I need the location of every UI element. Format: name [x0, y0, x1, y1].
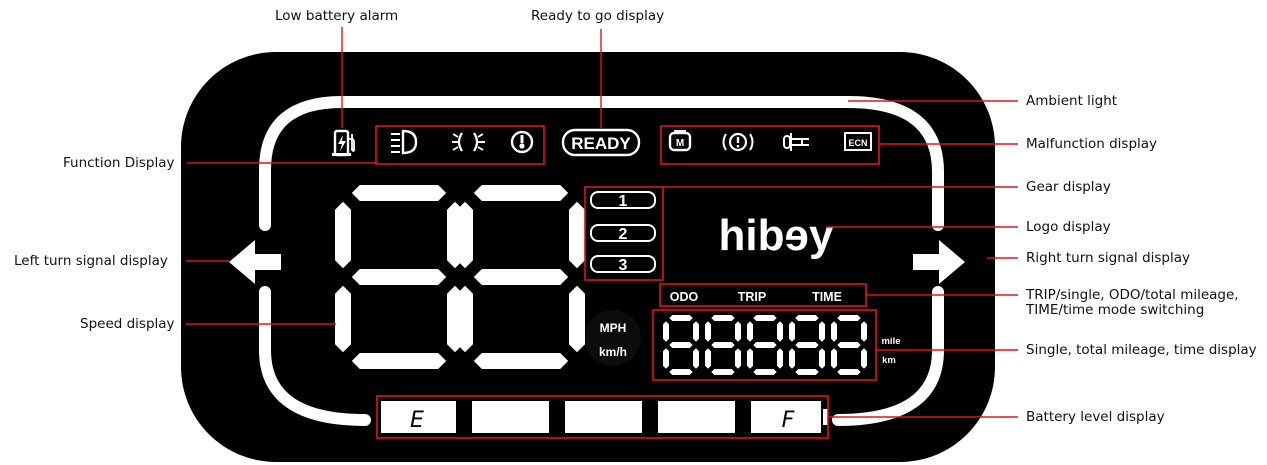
- mileage-digit-4-segment-1: [795, 315, 819, 321]
- mileage-digit-5-segment-7: [861, 348, 867, 369]
- mileage-digit-4-segment-2: [795, 342, 819, 348]
- speed-digit-1-segment-6: [335, 285, 351, 353]
- hiboy-logo: hibɘy: [719, 211, 834, 260]
- gear-1-label: 1: [619, 193, 628, 210]
- speed-digit-2-segment-3: [473, 353, 569, 369]
- distance-unit-km: km: [882, 355, 896, 366]
- speed-digit-1-segment-3: [351, 353, 447, 369]
- mileage-digit-5-segment-6: [831, 348, 837, 369]
- mileage-digit-2-segment-6: [705, 348, 711, 369]
- callout-low-battery-alarm: Low battery alarm: [275, 8, 399, 24]
- speed-unit-kmh: km/h: [599, 345, 627, 359]
- speed-digit-2-segment-5: [569, 201, 585, 269]
- mileage-digit-3-segment-7: [777, 348, 783, 369]
- mileage-digit-4-segment-5: [819, 321, 825, 342]
- mileage-digit-3-segment-4: [747, 321, 753, 342]
- gear-3-label: 3: [619, 257, 628, 274]
- mileage-digit-2-segment-3: [711, 369, 735, 375]
- mode-label-time: TIME: [812, 290, 842, 304]
- mileage-digit-5-segment-1: [837, 315, 861, 321]
- callout-malfunction-display: Malfunction display: [1026, 136, 1158, 152]
- callout-logo-display: Logo display: [1026, 219, 1111, 235]
- callout-function-display: Function Display: [63, 155, 175, 171]
- battery-segment-2: [472, 401, 549, 433]
- mileage-digit-5-segment-3: [837, 369, 861, 375]
- mileage-digit-2-segment-2: [711, 342, 735, 348]
- mileage-digit-1-segment-7: [693, 348, 699, 369]
- speed-digit-2-segment-4: [457, 201, 473, 269]
- battery-bar: E F: [381, 401, 828, 433]
- mileage-digit-1-segment-3: [669, 369, 693, 375]
- mileage-digit-2-segment-7: [735, 348, 741, 369]
- battery-segment-4: [658, 401, 735, 433]
- mileage-digit-2-segment-4: [705, 321, 711, 342]
- mileage-digit-3-segment-2: [753, 342, 777, 348]
- mileage-digit-5-segment-5: [861, 321, 867, 342]
- mileage-digit-4-segment-4: [789, 321, 795, 342]
- mileage-digit-5-segment-4: [831, 321, 837, 342]
- mileage-digit-5-segment-2: [837, 342, 861, 348]
- mileage-digit-2-segment-1: [711, 315, 735, 321]
- battery-segment-3: [565, 401, 642, 433]
- mileage-digit-2-segment-5: [735, 321, 741, 342]
- ecn-label: ECN: [848, 138, 867, 148]
- callout-trip-odo-time-line1: TRIP/single, ODO/total mileage,: [1026, 287, 1239, 303]
- mode-label-odo: ODO: [670, 290, 699, 304]
- mode-label-trip: TRIP: [738, 290, 766, 304]
- speed-digit-2-segment-2: [473, 269, 569, 285]
- battery-empty-label: E: [410, 408, 424, 433]
- mileage-digit-3-segment-5: [777, 321, 783, 342]
- mileage-digit-1-segment-4: [663, 321, 669, 342]
- mileage-digit-1-segment-2: [669, 342, 693, 348]
- mileage-digit-4-segment-6: [789, 348, 795, 369]
- callout-battery-level-display: Battery level display: [1026, 409, 1165, 425]
- mileage-digit-4-segment-3: [795, 369, 819, 375]
- mileage-digit-3-segment-6: [747, 348, 753, 369]
- callout-ambient-light: Ambient light: [1026, 93, 1118, 109]
- callout-speed-display: Speed display: [80, 316, 175, 332]
- speed-digit-2-segment-7: [569, 285, 585, 353]
- callout-left-turn-signal-display: Left turn signal display: [14, 253, 168, 269]
- svg-text:M: M: [676, 138, 684, 149]
- speed-digit-1-segment-4: [335, 201, 351, 269]
- callout-ready-to-go-display: Ready to go display: [531, 8, 665, 24]
- speed-digit-2-segment-1: [473, 185, 569, 201]
- callout-right-turn-signal-display: Right turn signal display: [1026, 250, 1191, 266]
- ready-label: READY: [571, 134, 631, 153]
- speed-digit-1-segment-2: [351, 269, 447, 285]
- speed-digit-1-segment-1: [351, 185, 447, 201]
- mileage-digit-3-segment-1: [753, 315, 777, 321]
- mileage-digit-4-segment-7: [819, 348, 825, 369]
- distance-unit-mile: mile: [881, 336, 900, 347]
- battery-full-label: F: [782, 408, 795, 433]
- mileage-digit-1-segment-6: [663, 348, 669, 369]
- speed-unit-mph: MPH: [600, 321, 627, 335]
- mileage-digit-1-segment-5: [693, 321, 699, 342]
- callout-trip-odo-time: TRIP/single, ODO/total mileage, TIME/tim…: [1026, 288, 1239, 318]
- callout-mileage-time-display: Single, total mileage, time display: [1026, 342, 1257, 358]
- speed-digit-2-segment-6: [457, 285, 473, 353]
- mileage-digit-1-segment-1: [669, 315, 693, 321]
- mileage-digit-3-segment-3: [753, 369, 777, 375]
- gear-2-label: 2: [619, 226, 628, 243]
- callout-gear-display: Gear display: [1026, 179, 1111, 195]
- callout-trip-odo-time-line2: TIME/time mode switching: [1026, 302, 1205, 318]
